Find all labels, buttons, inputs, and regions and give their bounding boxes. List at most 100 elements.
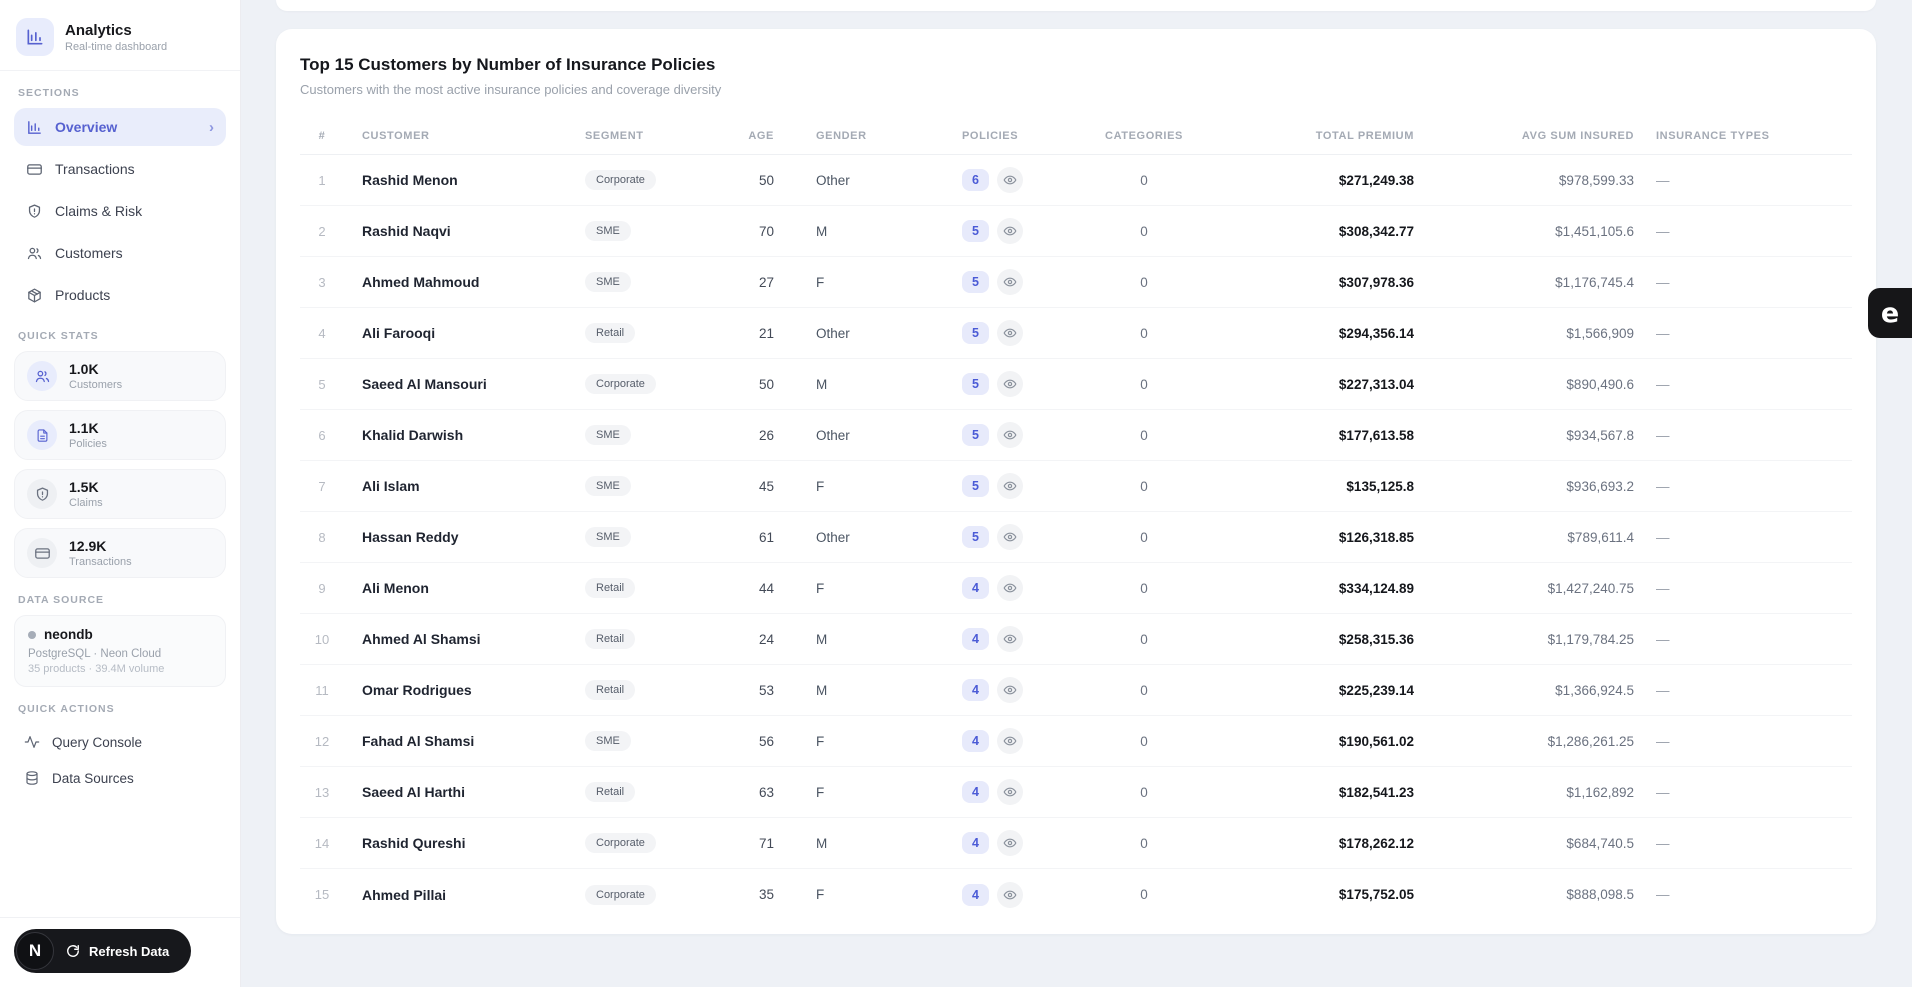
view-policies-button[interactable]	[997, 473, 1023, 499]
refresh-label: Refresh Data	[89, 943, 170, 959]
gender-cell: M	[816, 376, 828, 392]
avg-sum-insured-cell: $1,427,240.75	[1547, 580, 1634, 596]
segment-cell: Corporate	[569, 170, 729, 190]
view-policies-button[interactable]	[997, 677, 1023, 703]
segment-cell: Retail	[569, 578, 729, 598]
avg-sum-insured-cell: $978,599.33	[1558, 172, 1634, 188]
gender-cell: F	[816, 274, 825, 290]
sidebar-item-customers[interactable]: Customers	[14, 234, 226, 272]
avg-sum-insured-cell: $1,179,784.25	[1547, 631, 1634, 647]
eye-icon	[1003, 530, 1017, 544]
age-cell: 21	[758, 325, 774, 341]
gender-cell: M	[816, 631, 828, 647]
rank-cell: 5	[318, 376, 326, 392]
action-label: Query Console	[52, 734, 143, 750]
table-row: 8 Hassan Reddy SME 61 Other 5 0 $126,318.85 $789…	[300, 512, 1852, 563]
view-policies-button[interactable]	[997, 371, 1023, 397]
chevron-right-icon: ›	[209, 118, 214, 136]
segment-cell: SME	[569, 425, 729, 445]
view-policies-button[interactable]	[997, 320, 1023, 346]
rank-cell: 13	[314, 784, 330, 800]
sidebar-item-claims-risk[interactable]: Claims & Risk	[14, 192, 226, 230]
action-data-sources[interactable]: Data Sources	[14, 760, 226, 796]
refresh-data-button[interactable]: N Refresh Data	[14, 929, 192, 973]
floating-widget[interactable]: e	[1868, 288, 1912, 338]
policies-cell: 4	[924, 728, 1074, 754]
view-policies-button[interactable]	[997, 779, 1023, 805]
rank-cell: 15	[314, 887, 330, 902]
avg-sum-insured-cell: $934,567.8	[1566, 427, 1634, 443]
eye-icon	[1003, 581, 1017, 595]
view-policies-button[interactable]	[997, 422, 1023, 448]
quick-actions-label: Quick actions	[18, 703, 115, 715]
sections-label: Sections	[18, 87, 80, 99]
customer-cell: Rashid Menon	[362, 172, 458, 188]
age-cell: 26	[758, 427, 774, 443]
view-policies-button[interactable]	[997, 881, 1023, 908]
categories-cell: 0	[1140, 427, 1148, 443]
quick-stat-claims[interactable]: 1.5K Claims	[14, 469, 226, 519]
segment-badge: SME	[585, 527, 631, 547]
policies-cell: 5	[924, 371, 1074, 397]
view-policies-button[interactable]	[997, 830, 1023, 856]
customer-cell: Khalid Darwish	[362, 427, 464, 443]
total-premium-cell: $227,313.04	[1338, 376, 1414, 392]
sidebar-item-products[interactable]: Products	[14, 276, 226, 314]
policies-count-badge: 4	[962, 781, 989, 803]
gender-cell: M	[816, 223, 828, 239]
data-source-card[interactable]: neondb PostgreSQL · Neon Cloud 35 produc…	[14, 615, 226, 687]
customer-cell: Ali Menon	[362, 580, 429, 596]
column-header-avg-sum-insured: Avg Sum Insured	[1521, 129, 1634, 142]
policies-cell: 5	[924, 320, 1074, 346]
avg-sum-insured-cell: $684,740.5	[1566, 835, 1634, 851]
policies-count-badge: 5	[962, 526, 989, 548]
gender-cell: Other	[816, 172, 850, 188]
insurance-types-cell: —	[1656, 223, 1670, 239]
table-header-row: # Customer Segment Age Gender Policies Categor…	[300, 117, 1852, 155]
view-policies-button[interactable]	[997, 728, 1023, 754]
policies-count-badge: 5	[962, 220, 989, 242]
policies-cell: 6	[924, 167, 1074, 193]
policies-count-badge: 5	[962, 322, 989, 344]
view-policies-button[interactable]	[997, 575, 1023, 601]
policies-count-badge: 4	[962, 628, 989, 650]
view-policies-button[interactable]	[997, 524, 1023, 550]
insurance-types-cell: —	[1656, 274, 1670, 290]
view-policies-button[interactable]	[997, 269, 1023, 295]
column-header-policies: Policies	[962, 129, 1019, 142]
action-query-console[interactable]: Query Console	[14, 724, 226, 760]
avg-sum-insured-cell: $1,366,924.5	[1555, 682, 1634, 698]
avg-sum-insured-cell: $1,286,261.25	[1547, 733, 1634, 749]
segment-badge: Retail	[585, 323, 636, 343]
view-policies-button[interactable]	[997, 626, 1023, 652]
policies-count-badge: 4	[962, 679, 989, 701]
quick-stat-policies[interactable]: 1.1K Policies	[14, 410, 226, 460]
quick-stat-transactions[interactable]: 12.9K Transactions	[14, 528, 226, 578]
segment-cell: SME	[569, 221, 729, 241]
policies-cell: 5	[924, 524, 1074, 550]
stat-value: 12.9K	[69, 538, 107, 554]
quick-stat-customers[interactable]: 1.0K Customers	[14, 351, 226, 401]
eye-icon	[1003, 173, 1017, 187]
categories-cell: 0	[1140, 274, 1148, 290]
customer-cell: Ahmed Pillai	[362, 886, 447, 903]
insurance-types-cell: —	[1656, 887, 1670, 902]
total-premium-cell: $271,249.38	[1338, 172, 1414, 188]
sidebar-footer: N Refresh Data	[0, 917, 240, 987]
segment-cell: Retail	[569, 629, 729, 649]
table-row: 1 Rashid Menon Corporate 50 Other 6 0 $271,249.…	[300, 155, 1852, 206]
eye-icon	[1003, 836, 1017, 850]
policies-cell: 5	[924, 269, 1074, 295]
view-policies-button[interactable]	[997, 218, 1023, 244]
view-policies-button[interactable]	[997, 167, 1023, 193]
eye-icon	[1003, 785, 1017, 799]
policies-count-badge: 5	[962, 373, 989, 395]
policies-cell: 4	[924, 575, 1074, 601]
age-cell: 44	[758, 580, 774, 596]
sidebar-item-transactions[interactable]: Transactions	[14, 150, 226, 188]
sidebar-item-overview[interactable]: Overview ›	[14, 108, 226, 146]
table-row: 9 Ali Menon Retail 44 F 4 0 $334,124.89 $1,427,2…	[300, 563, 1852, 614]
table-row: 13 Saeed Al Harthi Retail 63 F 4 0 $182,541.23 $…	[300, 767, 1852, 818]
gender-cell: Other	[816, 427, 850, 443]
table-row: 7 Ali Islam SME 45 F 5 0 $135,125.8 $936,693.2 —	[300, 461, 1852, 512]
